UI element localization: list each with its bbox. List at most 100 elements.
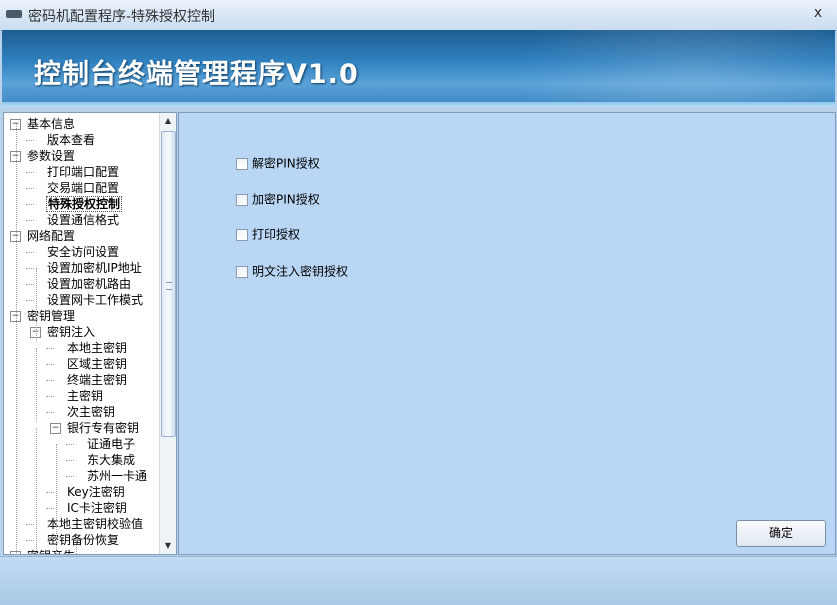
tree-item[interactable]: 设置加密机路由 xyxy=(46,276,132,292)
tree-item[interactable]: 证通电子 xyxy=(86,436,136,452)
tree-connector xyxy=(56,444,57,554)
tree-item[interactable]: IC卡注密钥 xyxy=(66,500,128,516)
tree-item[interactable]: Key注密钥 xyxy=(66,484,126,500)
tree-item[interactable]: 基本信息 xyxy=(26,116,76,132)
status-bar xyxy=(0,556,837,605)
tree-item-label: 主密钥 xyxy=(67,389,104,403)
tree-connector xyxy=(46,412,54,413)
option-print-auth[interactable]: 打印授权 xyxy=(236,225,300,243)
tree-item-label: 证通电子 xyxy=(87,437,136,451)
tree-item-label: 基本信息 xyxy=(27,117,76,131)
tree-connector xyxy=(26,540,34,541)
tree-item[interactable]: 特殊授权控制 xyxy=(46,196,123,212)
checkbox[interactable] xyxy=(236,228,248,241)
scroll-down-icon[interactable]: ▼ xyxy=(160,538,176,554)
tree-connector xyxy=(16,124,17,553)
content-panel: 解密PIN授权 加密PIN授权 打印授权 明文注入密钥授权 确定 xyxy=(178,112,836,555)
tree-item[interactable]: 密钥产生 xyxy=(26,548,76,554)
tree-item[interactable]: 终端主密钥 xyxy=(66,372,128,388)
tree-item-label: 打印端口配置 xyxy=(47,165,120,179)
tree-item[interactable]: 参数设置 xyxy=(26,148,76,164)
tree-item[interactable]: 苏州一卡通 xyxy=(86,468,148,484)
tree-connector xyxy=(26,300,34,301)
tree-item-label: 密钥注入 xyxy=(47,325,96,339)
scroll-up-icon[interactable]: ▲ xyxy=(160,113,176,129)
tree-connector xyxy=(66,444,74,445)
tree-item-label: 区域主密钥 xyxy=(67,357,128,371)
tree-item[interactable]: 主密钥 xyxy=(66,388,104,404)
collapse-icon[interactable]: − xyxy=(50,423,61,434)
checkbox[interactable] xyxy=(236,265,248,278)
tree-connector xyxy=(36,268,37,342)
option-label: 解密PIN授权 xyxy=(252,156,320,171)
tree-item-label: IC卡注密钥 xyxy=(67,501,127,515)
tree-item-label: 设置加密机路由 xyxy=(47,277,132,291)
tree-item[interactable]: 设置通信格式 xyxy=(46,212,120,228)
tree-item-label: 东大集成 xyxy=(87,453,136,467)
option-label: 加密PIN授权 xyxy=(252,192,320,207)
checkbox[interactable] xyxy=(236,193,248,206)
checkbox[interactable] xyxy=(236,157,248,170)
tree-item[interactable]: 东大集成 xyxy=(86,452,136,468)
option-label: 打印授权 xyxy=(252,227,301,242)
banner-title: 控制台终端管理程序V1.0 xyxy=(34,59,359,90)
tree-item[interactable]: 区域主密钥 xyxy=(66,356,128,372)
title-bar: 密码机配置程序-特殊授权控制 x xyxy=(0,0,837,31)
tree-connector xyxy=(46,348,54,349)
tree-item-label: 本地主密钥校验值 xyxy=(47,517,144,531)
tree-item[interactable]: 次主密钥 xyxy=(66,404,116,420)
tree-connector xyxy=(46,364,54,365)
option-encrypt-pin[interactable]: 加密PIN授权 xyxy=(236,190,320,208)
tree-item-label: 密钥管理 xyxy=(27,309,76,323)
tree-connector xyxy=(76,540,77,554)
tree-item-label: 交易端口配置 xyxy=(47,181,120,195)
navigation-tree-panel: 基本信息 − 版本查看 参数设置 − 打印端口配置 交易端口配置 特殊授权控制 设置通信格式 网络… xyxy=(3,112,177,555)
window-title: 密码机配置程序-特殊授权控制 xyxy=(28,9,216,25)
tree-connector xyxy=(26,524,34,525)
tree-item-label: 次主密钥 xyxy=(67,405,116,419)
tree-connector xyxy=(46,492,54,493)
tree-connector xyxy=(26,172,34,173)
tree-item-label: 本地主密钥 xyxy=(67,341,128,355)
tree-item-label: 银行专有密钥 xyxy=(67,421,140,435)
tree-connector xyxy=(46,508,54,509)
tree-connector xyxy=(66,460,74,461)
option-plaintext-key-auth[interactable]: 明文注入密钥授权 xyxy=(236,262,348,280)
tree-item-label: 设置网卡工作模式 xyxy=(47,293,144,307)
tree-item-label: 密钥备份恢复 xyxy=(47,533,120,547)
header-banner: 控制台终端管理程序V1.0 xyxy=(2,30,835,107)
tree-connector xyxy=(36,428,37,553)
tree-connector xyxy=(36,348,37,422)
scroll-thumb[interactable] xyxy=(161,131,176,437)
tree-item[interactable]: 交易端口配置 xyxy=(46,180,120,196)
tree-connector xyxy=(26,252,34,253)
tree-connector xyxy=(26,220,34,221)
tree-item[interactable]: 设置加密机IP地址 xyxy=(46,260,143,276)
tree-item[interactable]: 银行专有密钥 xyxy=(66,420,140,436)
tree-item[interactable]: 密钥备份恢复 xyxy=(46,532,120,548)
grip-icon xyxy=(166,282,172,290)
tree-connector xyxy=(26,140,34,141)
tree-item[interactable]: 打印端口配置 xyxy=(46,164,120,180)
option-decrypt-pin[interactable]: 解密PIN授权 xyxy=(236,154,320,172)
close-button[interactable]: x xyxy=(809,4,827,22)
tree-item-label: 终端主密钥 xyxy=(67,373,128,387)
tree-item[interactable]: 版本查看 xyxy=(46,132,96,148)
option-label: 明文注入密钥授权 xyxy=(252,264,349,279)
tree-item[interactable]: 本地主密钥校验值 xyxy=(46,516,144,532)
ok-button[interactable]: 确定 xyxy=(736,520,826,547)
tree-item[interactable]: 设置网卡工作模式 xyxy=(46,292,144,308)
tree-item-label: 设置通信格式 xyxy=(47,213,120,227)
tree-connector xyxy=(26,188,34,189)
tree-item[interactable]: 本地主密钥 xyxy=(66,340,128,356)
tree-scrollbar[interactable]: ▲ ▼ xyxy=(159,113,176,554)
tree-item-label: 特殊授权控制 xyxy=(46,196,123,212)
tree-connector xyxy=(46,380,54,381)
tree-item[interactable]: 密钥管理 xyxy=(26,308,76,324)
tree-item[interactable]: 安全访问设置 xyxy=(46,244,120,260)
tree-item[interactable]: 密钥注入 xyxy=(46,324,96,340)
tree-item-label: 安全访问设置 xyxy=(47,245,120,259)
app-icon xyxy=(6,10,22,18)
tree-item[interactable]: 网络配置 xyxy=(26,228,76,244)
tree-connector xyxy=(66,476,74,477)
